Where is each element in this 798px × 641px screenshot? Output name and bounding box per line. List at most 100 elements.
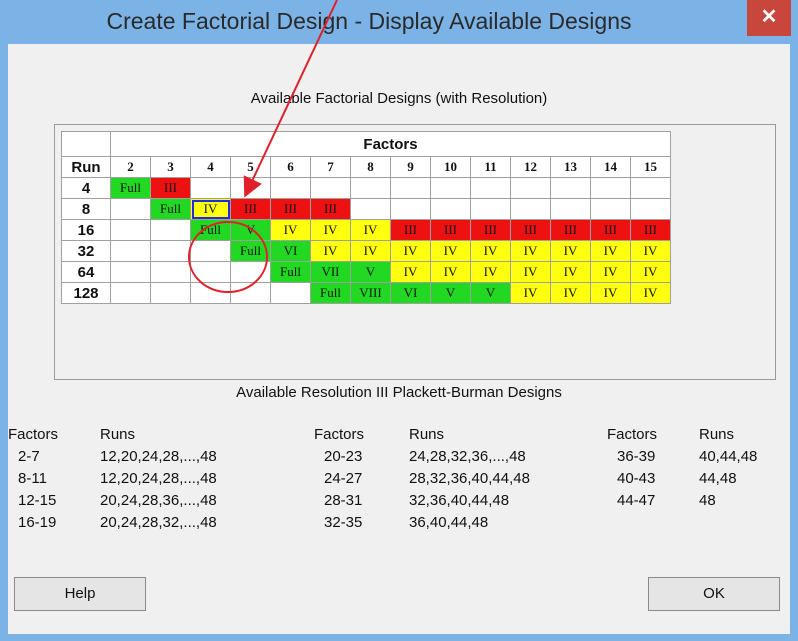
run-header: Run [61, 156, 111, 178]
design-cell[interactable] [110, 198, 151, 220]
design-cell[interactable]: IV [270, 219, 311, 241]
design-cell[interactable] [190, 282, 231, 304]
pb-runs-value: 36,40,44,48 [409, 514, 489, 531]
design-cell[interactable] [430, 177, 471, 199]
design-cell[interactable] [150, 240, 191, 262]
design-cell[interactable] [510, 177, 551, 199]
design-cell[interactable] [470, 177, 511, 199]
design-cell[interactable] [190, 261, 231, 283]
design-cell[interactable]: IV [550, 282, 591, 304]
design-cell[interactable] [150, 261, 191, 283]
design-cell[interactable]: IV [590, 261, 631, 283]
design-cell[interactable]: VI [270, 240, 311, 262]
design-cell[interactable]: IV [470, 240, 511, 262]
design-cell[interactable]: IV [430, 261, 471, 283]
run-label: 128 [61, 282, 111, 304]
design-cell[interactable] [550, 198, 591, 220]
design-cell[interactable] [110, 282, 151, 304]
design-cell[interactable] [150, 282, 191, 304]
design-cell[interactable] [390, 177, 431, 199]
design-cell[interactable] [630, 198, 671, 220]
design-cell[interactable]: Full [310, 282, 351, 304]
design-cell[interactable]: IV [550, 240, 591, 262]
design-cell[interactable] [150, 219, 191, 241]
factor-column-header: 5 [230, 156, 271, 178]
design-cell[interactable]: III [590, 219, 631, 241]
design-cell[interactable] [390, 198, 431, 220]
pb-runs-header: Runs [409, 426, 445, 443]
design-cell[interactable] [230, 177, 271, 199]
design-cell[interactable] [270, 177, 311, 199]
design-cell[interactable] [430, 198, 471, 220]
design-cell[interactable]: III [630, 219, 671, 241]
design-cell[interactable]: IV [630, 240, 671, 262]
design-cell[interactable]: III [550, 219, 591, 241]
close-button[interactable]: ✕ [747, 0, 791, 36]
pb-factors-value: 12-15 [18, 492, 57, 509]
design-cell[interactable]: IV [190, 198, 231, 220]
design-cell[interactable] [110, 240, 151, 262]
design-cell[interactable]: IV [310, 240, 351, 262]
design-cell[interactable]: VIII [350, 282, 391, 304]
design-cell[interactable]: Full [190, 219, 231, 241]
design-cell[interactable]: III [270, 198, 311, 220]
design-cell[interactable]: IV [390, 261, 431, 283]
design-cell[interactable] [510, 198, 551, 220]
design-cell[interactable]: IV [430, 240, 471, 262]
design-cell[interactable]: Full [110, 177, 151, 199]
design-cell[interactable]: III [230, 198, 271, 220]
design-cell[interactable] [270, 282, 311, 304]
design-cell[interactable]: V [430, 282, 471, 304]
design-cell[interactable]: IV [310, 219, 351, 241]
design-cell[interactable]: IV [550, 261, 591, 283]
design-cell[interactable] [190, 240, 231, 262]
design-cell[interactable] [190, 177, 231, 199]
design-cell[interactable] [550, 177, 591, 199]
design-cell[interactable]: IV [470, 261, 511, 283]
design-cell[interactable] [310, 177, 351, 199]
design-cell[interactable]: III [310, 198, 351, 220]
help-button[interactable]: Help [14, 577, 146, 611]
design-cell[interactable] [630, 177, 671, 199]
design-cell[interactable]: IV [510, 240, 551, 262]
design-cell[interactable]: IV [590, 240, 631, 262]
pb-runs-value: 28,32,36,40,44,48 [409, 470, 530, 487]
factor-column-header: 4 [190, 156, 231, 178]
design-cell[interactable]: IV [510, 282, 551, 304]
design-cell[interactable] [230, 261, 271, 283]
design-cell[interactable]: Full [150, 198, 191, 220]
design-cell[interactable]: V [230, 219, 271, 241]
design-cell[interactable]: III [150, 177, 191, 199]
design-cell[interactable] [470, 198, 511, 220]
design-cell[interactable] [110, 219, 151, 241]
design-cell[interactable] [350, 177, 391, 199]
design-cell[interactable]: IV [350, 219, 391, 241]
factor-column-header: 11 [470, 156, 511, 178]
design-cell[interactable]: IV [630, 261, 671, 283]
design-cell[interactable]: Full [230, 240, 271, 262]
design-cell[interactable] [110, 261, 151, 283]
design-cell[interactable]: VII [310, 261, 351, 283]
pb-factors-value: 8-11 [18, 470, 47, 487]
design-cell[interactable]: IV [390, 240, 431, 262]
grid-row: 16 Full V IV IV IV III III III III III III III [61, 219, 671, 241]
design-cell[interactable] [230, 282, 271, 304]
grid-corner [61, 131, 111, 157]
ok-button[interactable]: OK [648, 577, 780, 611]
design-cell[interactable]: III [390, 219, 431, 241]
design-cell[interactable]: III [430, 219, 471, 241]
design-cell[interactable]: V [350, 261, 391, 283]
design-cell[interactable]: IV [350, 240, 391, 262]
design-cell[interactable]: III [510, 219, 551, 241]
design-cell[interactable]: IV [510, 261, 551, 283]
design-cell[interactable]: IV [590, 282, 631, 304]
design-cell[interactable] [350, 198, 391, 220]
design-cell[interactable] [590, 198, 631, 220]
design-cell[interactable]: VI [390, 282, 431, 304]
design-cell[interactable]: V [470, 282, 511, 304]
design-cell[interactable]: III [470, 219, 511, 241]
design-cell[interactable]: IV [630, 282, 671, 304]
design-cell[interactable]: Full [270, 261, 311, 283]
dialog-title: Create Factorial Design - Display Availa… [106, 8, 632, 34]
design-cell[interactable] [590, 177, 631, 199]
